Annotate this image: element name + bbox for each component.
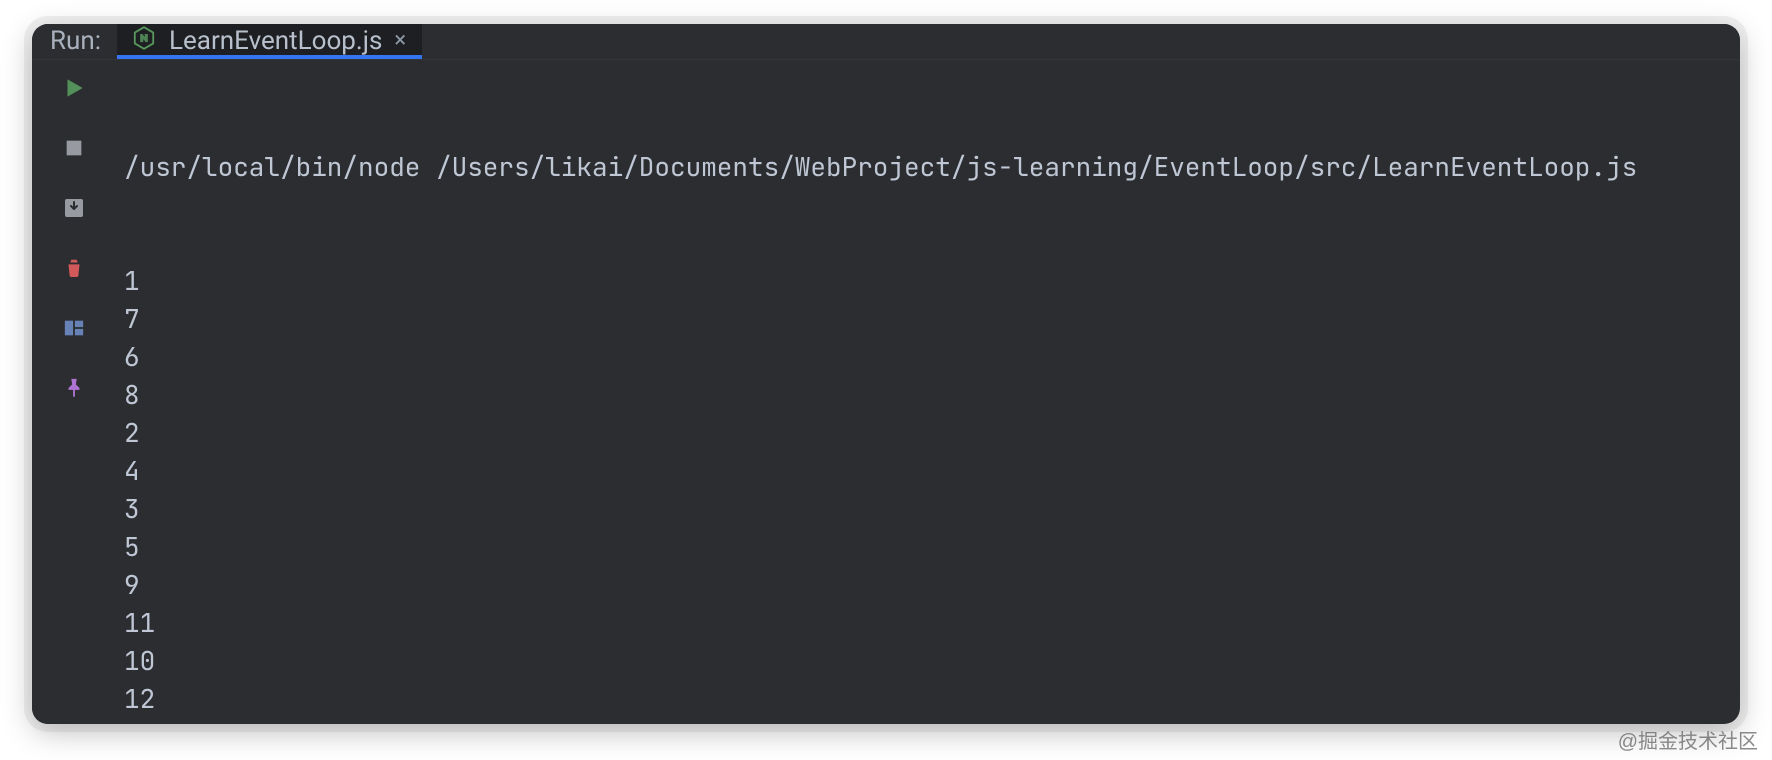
pin-button[interactable]	[58, 372, 90, 404]
tab-title: LearnEventLoop.js	[169, 26, 382, 56]
stdout: 176824359111012	[124, 262, 1740, 718]
stdout-line: 2	[124, 414, 1740, 452]
stdout-line: 5	[124, 528, 1740, 566]
nodejs-icon	[131, 25, 157, 58]
stdout-line: 8	[124, 376, 1740, 414]
stop-button[interactable]	[58, 132, 90, 164]
play-icon	[61, 75, 87, 101]
rerun-button[interactable]	[58, 72, 90, 104]
trash-icon	[63, 256, 85, 280]
stdout-line: 4	[124, 452, 1740, 490]
layout-icon	[62, 317, 86, 339]
pin-icon	[63, 376, 85, 400]
command-line: /usr/local/bin/node /Users/likai/Documen…	[124, 148, 1740, 186]
stdout-line: 10	[124, 642, 1740, 680]
panel-body: /usr/local/bin/node /Users/likai/Documen…	[32, 60, 1740, 724]
stdout-line: 9	[124, 566, 1740, 604]
stdout-line: 12	[124, 680, 1740, 718]
stdout-line: 11	[124, 604, 1740, 642]
download-icon	[62, 196, 86, 220]
stop-icon	[63, 137, 85, 159]
run-config-tab[interactable]: LearnEventLoop.js ×	[117, 24, 422, 59]
stdout-line: 1	[124, 262, 1740, 300]
stdout-line: 6	[124, 338, 1740, 376]
run-tool-window: Run: LearnEventLoop.js ×	[32, 24, 1740, 724]
stdout-line: 7	[124, 300, 1740, 338]
stdout-line: 3	[124, 490, 1740, 528]
panel-label: Run:	[32, 24, 117, 59]
layout-button[interactable]	[58, 312, 90, 344]
active-tab-indicator	[117, 55, 422, 59]
toolbar	[32, 60, 116, 724]
export-button[interactable]	[58, 192, 90, 224]
close-icon[interactable]: ×	[394, 30, 406, 52]
console-output[interactable]: /usr/local/bin/node /Users/likai/Documen…	[116, 60, 1740, 724]
tool-window-header: Run: LearnEventLoop.js ×	[32, 24, 1740, 60]
watermark: @掘金技术社区	[1618, 725, 1758, 754]
delete-button[interactable]	[58, 252, 90, 284]
